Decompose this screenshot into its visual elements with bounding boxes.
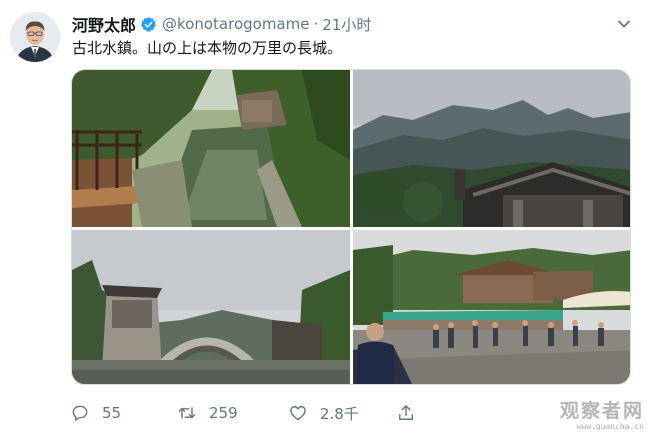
handle[interactable]: @konotarogomame [162,15,309,33]
verified-badge-icon [141,16,156,32]
tweet-header: 河野太郎 @konotarogomame · 21小时 [72,13,371,35]
display-name[interactable]: 河野太郎 [72,12,136,36]
photo-arch-bridge[interactable] [72,230,350,384]
photo-plaza-crowd[interactable] [353,230,630,384]
photo-mountain-rooftop[interactable] [353,70,630,227]
tweet: 河野太郎 @konotarogomame · 21小时 古北水鎮。山の上は本物の… [0,0,648,439]
heart-icon [290,406,306,421]
separator-dot: · [313,15,319,33]
media-grid [71,69,631,385]
reply-icon [72,405,88,421]
like-count: 2.8千 [320,404,359,423]
watermark: 观察者网 www.guancha.cn [548,400,644,432]
retweet-button[interactable]: 259 [177,400,238,426]
avatar[interactable] [10,12,60,62]
chevron-down-icon[interactable] [614,14,634,34]
share-icon [399,405,413,420]
tweet-text: 古北水鎮。山の上は本物の万里の長城。 [72,39,343,57]
photo-canal-village[interactable] [72,70,350,227]
like-button[interactable]: 2.8千 [288,400,359,426]
timestamp[interactable]: 21小时 [322,14,371,35]
retweet-count: 259 [209,404,238,422]
retweet-icon [178,407,196,419]
watermark-url: www.guancha.cn [576,422,644,431]
reply-count: 55 [102,404,122,422]
watermark-logo: 观察者网 [559,400,644,422]
share-button[interactable] [396,400,428,426]
reply-button[interactable]: 55 [70,400,121,426]
tweet-actions: 55 259 2.8千 [70,400,430,426]
